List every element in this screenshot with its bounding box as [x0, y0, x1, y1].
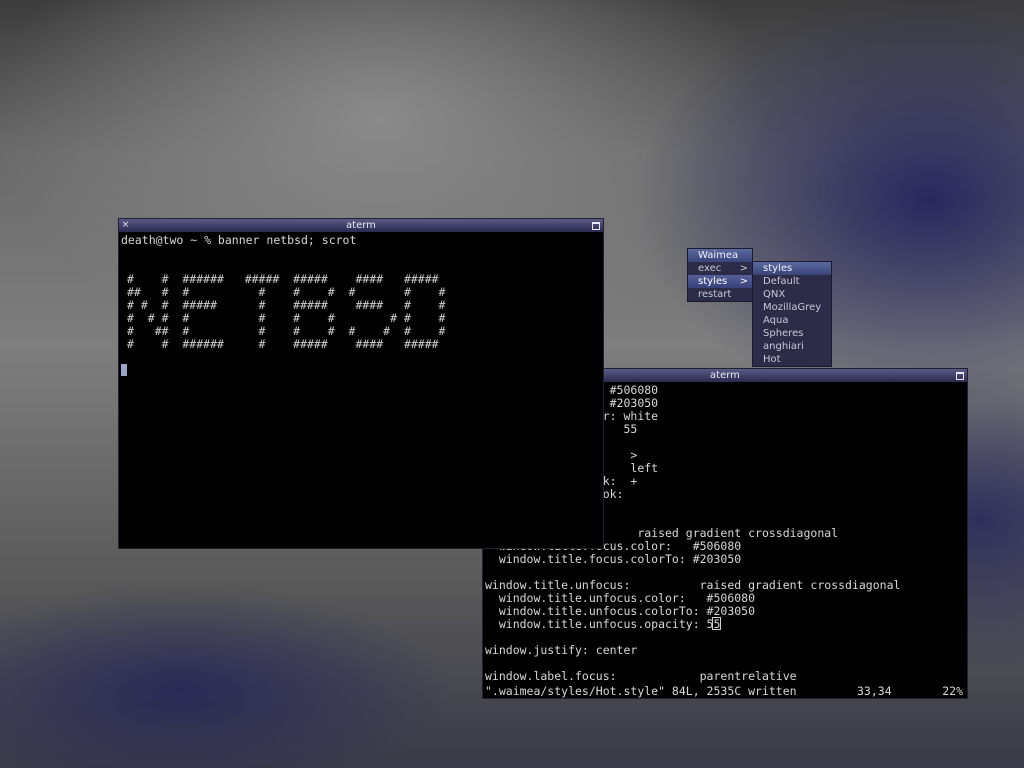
menu-item-style[interactable]: anghiari	[753, 340, 831, 353]
window-title: aterm	[346, 220, 376, 231]
menu-item-label: exec	[698, 263, 722, 274]
editor-status-line: ".waimea/styles/Hot.style" 84L, 2535C wr…	[485, 685, 965, 698]
menu-item-style[interactable]: MozillaGrey	[753, 301, 831, 314]
maximize-button[interactable]	[956, 372, 964, 380]
cursor-position: 33,34	[857, 684, 892, 698]
status-file-message: ".waimea/styles/Hot.style" 84L, 2535C wr…	[485, 684, 797, 698]
editor-line: window.title.focus.colorTo: #203050	[485, 552, 742, 566]
submenu-title: styles	[753, 262, 831, 275]
title-bar[interactable]: × aterm	[119, 219, 603, 232]
maximize-button[interactable]	[592, 222, 600, 230]
menu-item-label: restart	[698, 289, 732, 300]
editor-line-text: window.title.unfocus.opacity: 5	[485, 617, 714, 631]
menu-item-style[interactable]: Hot	[753, 353, 831, 366]
menu-item-style[interactable]: Aqua	[753, 314, 831, 327]
menu-item-styles[interactable]: styles >	[688, 275, 752, 288]
styles-submenu[interactable]: styles Default QNX MozillaGrey Aqua Sphe…	[753, 262, 831, 366]
block-cursor	[121, 364, 127, 376]
editor-line: window.justify: center	[485, 643, 638, 657]
editor-line-cursor: window.title.unfocus.opacity: 55	[485, 617, 965, 631]
scroll-percent: 22%	[942, 684, 963, 698]
menu-item-style[interactable]: Default	[753, 275, 831, 288]
banner-row: # # ###### # ##### #### #####	[127, 337, 439, 351]
menu-item-restart[interactable]: restart	[688, 288, 752, 301]
submenu-arrow-icon: >	[739, 263, 748, 274]
menu-item-label: styles	[698, 276, 728, 287]
submenu-arrow-icon: >	[739, 276, 748, 287]
menu-item-style[interactable]: Spheres	[753, 327, 831, 340]
terminal-window-shell[interactable]: × aterm death@two ~ % banner netbsd; scr…	[119, 219, 603, 548]
root-menu[interactable]: Waimea exec > styles > restart	[688, 249, 752, 301]
menu-item-style[interactable]: QNX	[753, 288, 831, 301]
close-icon[interactable]: ×	[121, 221, 130, 230]
editor-line: window.label.focus: parentrelative	[485, 669, 797, 683]
shell-content[interactable]: death@two ~ % banner netbsd; scrot # # #…	[121, 234, 601, 548]
banner-output: # # ###### ##### ##### #### ##### ## # #…	[121, 273, 601, 351]
window-title: aterm	[710, 370, 740, 381]
menu-item-exec[interactable]: exec >	[688, 262, 752, 275]
text-cursor: 5	[712, 617, 722, 631]
shell-prompt-line: death@two ~ % banner netbsd; scrot	[121, 234, 357, 247]
menu-title: Waimea	[688, 249, 752, 262]
